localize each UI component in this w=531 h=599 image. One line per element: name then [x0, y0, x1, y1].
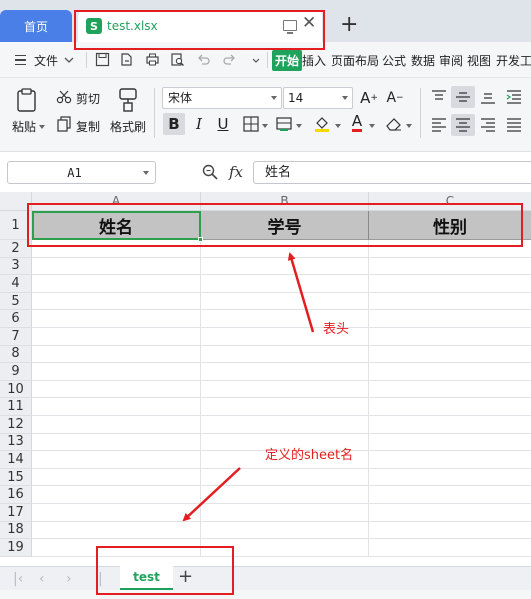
annotation-arrow-sheet [182, 467, 241, 522]
annotation-arrows [182, 252, 315, 522]
annotation-label-header: 表头 [323, 322, 350, 337]
annotation-label-sheet-name: 定义的sheet名 [265, 448, 354, 463]
annotation-arrow-header [287, 252, 315, 333]
